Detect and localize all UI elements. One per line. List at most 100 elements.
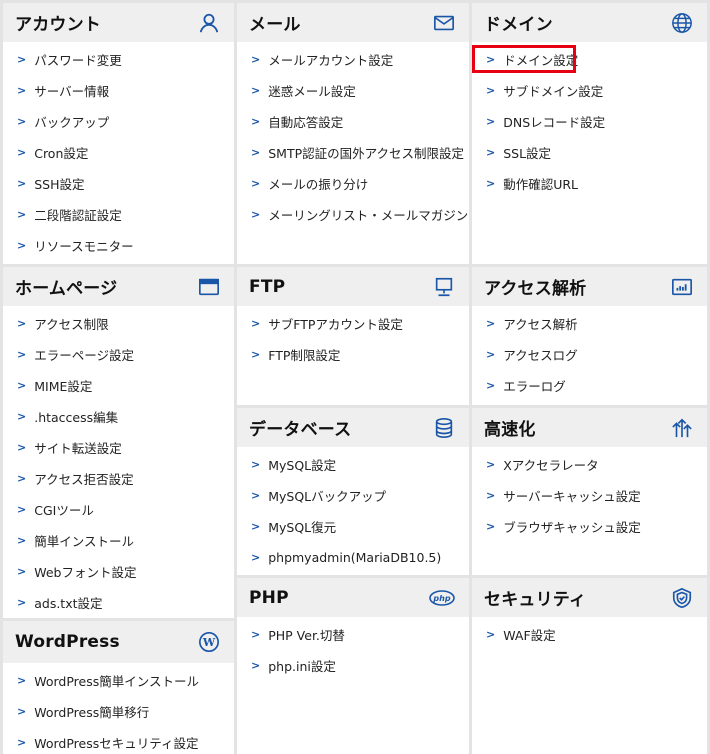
menu-item[interactable]: > パスワード変更 bbox=[3, 44, 234, 75]
menu-item[interactable]: > 二段階認証設定 bbox=[3, 199, 234, 230]
menu-item[interactable]: > .htaccess編集 bbox=[3, 401, 234, 432]
menu-item-label: php.ini設定 bbox=[268, 659, 336, 674]
menu-item[interactable]: > Webフォント設定 bbox=[3, 556, 234, 587]
menu-item-label: PHP Ver.切替 bbox=[268, 628, 345, 643]
panel-header: セキュリティ bbox=[472, 578, 707, 617]
chevron-right-icon: > bbox=[17, 115, 27, 128]
menu-list: > WAF設定 bbox=[472, 619, 707, 650]
menu-item[interactable]: > CGIツール bbox=[3, 494, 234, 525]
menu-item-label: サブFTPアカウント設定 bbox=[268, 317, 403, 332]
menu-item[interactable]: > 迷惑メール設定 bbox=[237, 75, 469, 106]
menu-item-label: メーリングリスト・メールマガジン bbox=[268, 208, 469, 223]
menu-item[interactable]: > サイト転送設定 bbox=[3, 432, 234, 463]
panel-title: 高速化 bbox=[484, 420, 536, 440]
menu-item-label: WAF設定 bbox=[503, 628, 556, 643]
menu-item[interactable]: > Xアクセラレータ bbox=[472, 449, 707, 480]
menu-item[interactable]: > サーバーキャッシュ設定 bbox=[472, 480, 707, 511]
menu-item[interactable]: > WordPressセキュリティ設定 bbox=[3, 727, 234, 754]
menu-item[interactable]: > メールの振り分け bbox=[237, 168, 469, 199]
menu-item[interactable]: > MySQL設定 bbox=[237, 449, 469, 480]
menu-item[interactable]: > WordPress簡単インストール bbox=[3, 665, 234, 696]
panel-ftp: FTP > サブFTPアカウント設定 > FTP制限設定 bbox=[237, 267, 469, 405]
chevron-right-icon: > bbox=[486, 317, 496, 330]
menu-item[interactable]: > SMTP認証の国外アクセス制限設定 bbox=[237, 137, 469, 168]
chevron-right-icon: > bbox=[17, 146, 27, 159]
menu-item-label: アクセス制限 bbox=[34, 317, 109, 332]
chevron-right-icon: > bbox=[486, 146, 496, 159]
menu-item[interactable]: > アクセスログ bbox=[472, 339, 707, 370]
panel-wordpress: WordPress W > WordPress簡単インストール > WordPres… bbox=[3, 621, 234, 754]
chevron-right-icon: > bbox=[17, 736, 27, 749]
menu-item-label: パスワード変更 bbox=[34, 53, 122, 68]
menu-item[interactable]: > サブドメイン設定 bbox=[472, 75, 707, 106]
menu-list: > MySQL設定 > MySQLバックアップ > MySQL復元 > phpmyadm… bbox=[237, 449, 469, 573]
menu-item[interactable]: > メーリングリスト・メールマガジン bbox=[237, 199, 469, 230]
menu-list: > サブFTPアカウント設定 > FTP制限設定 bbox=[237, 308, 469, 370]
menu-item[interactable]: > SSL設定 bbox=[472, 137, 707, 168]
panel-header: WordPress W bbox=[3, 621, 234, 663]
menu-item[interactable]: > バックアップ bbox=[3, 106, 234, 137]
chevron-right-icon: > bbox=[17, 208, 27, 221]
panel-domain: ドメイン > ドメイン設定 > サブドメイン設定 > DNSレコード設定 > SSL設定… bbox=[472, 3, 707, 264]
menu-item[interactable]: > MySQL復元 bbox=[237, 511, 469, 542]
menu-item[interactable]: > PHP Ver.切替 bbox=[237, 619, 469, 650]
chevron-right-icon: > bbox=[486, 489, 496, 502]
menu-item[interactable]: > エラーページ設定 bbox=[3, 339, 234, 370]
menu-item[interactable]: > 自動応答設定 bbox=[237, 106, 469, 137]
chevron-right-icon: > bbox=[251, 628, 261, 641]
panel-title: PHP bbox=[249, 587, 289, 608]
chevron-right-icon: > bbox=[17, 705, 27, 718]
panel-title: データベース bbox=[249, 420, 352, 440]
chevron-right-icon: > bbox=[17, 534, 27, 547]
menu-item[interactable]: > MIME設定 bbox=[3, 370, 234, 401]
menu-item-label: エラーログ bbox=[503, 379, 566, 394]
panel-title: ドメイン bbox=[484, 15, 553, 35]
menu-item[interactable]: > Cron設定 bbox=[3, 137, 234, 168]
menu-item[interactable]: > リソースモニター bbox=[3, 230, 234, 261]
chevron-right-icon: > bbox=[251, 348, 261, 361]
panel-header: ドメイン bbox=[472, 3, 707, 42]
chevron-right-icon: > bbox=[251, 177, 261, 190]
menu-item[interactable]: > FTP制限設定 bbox=[237, 339, 469, 370]
menu-item[interactable]: > 簡単インストール bbox=[3, 525, 234, 556]
menu-item-label: 動作確認URL bbox=[503, 177, 579, 192]
menu-item[interactable]: > WAF設定 bbox=[472, 619, 707, 650]
menu-item[interactable]: > 動作確認URL bbox=[472, 168, 707, 199]
menu-item[interactable]: > ads.txt設定 bbox=[3, 587, 234, 618]
menu-item-label: 自動応答設定 bbox=[268, 115, 344, 130]
panel-homepage: ホームページ > アクセス制限 > エラーページ設定 > MIME設定 > .htacc… bbox=[3, 267, 234, 618]
menu-item[interactable]: > エラーログ bbox=[472, 370, 707, 401]
menu-item[interactable]: > サブFTPアカウント設定 bbox=[237, 308, 469, 339]
menu-list: > パスワード変更 > サーバー情報 > バックアップ > Cron設定 > SSH設定 … bbox=[3, 44, 234, 261]
menu-item[interactable]: > php.ini設定 bbox=[237, 650, 469, 681]
browser-window-icon bbox=[198, 276, 220, 298]
menu-item[interactable]: > アクセス拒否設定 bbox=[3, 463, 234, 494]
chevron-right-icon: > bbox=[251, 53, 261, 66]
menu-item-label: MySQLバックアップ bbox=[268, 489, 387, 504]
menu-list: > WordPress簡単インストール > WordPress簡単移行 > WordP… bbox=[3, 665, 234, 754]
php-icon-text: php bbox=[432, 594, 450, 603]
menu-item[interactable]: > サーバー情報 bbox=[3, 75, 234, 106]
menu-item[interactable]: > SSH設定 bbox=[3, 168, 234, 199]
menu-item[interactable]: > メールアカウント設定 bbox=[237, 44, 469, 75]
panel-header: アクセス解析 bbox=[472, 267, 707, 306]
control-panel-grid: アカウント > パスワード変更 > サーバー情報 > バックアップ > Cron設定 >… bbox=[0, 0, 710, 754]
menu-item[interactable]: > phpmyadmin(MariaDB10.5) bbox=[237, 542, 469, 573]
menu-item-label: SSH設定 bbox=[34, 177, 85, 192]
menu-list: > アクセス解析 > アクセスログ > エラーログ bbox=[472, 308, 707, 401]
chevron-right-icon: > bbox=[486, 628, 496, 641]
chevron-right-icon: > bbox=[251, 115, 261, 128]
menu-item[interactable]: > アクセス解析 bbox=[472, 308, 707, 339]
menu-item-label: サブドメイン設定 bbox=[503, 84, 604, 99]
menu-item[interactable]: > DNSレコード設定 bbox=[472, 106, 707, 137]
panel-header: ホームページ bbox=[3, 267, 234, 306]
menu-item[interactable]: > アクセス制限 bbox=[3, 308, 234, 339]
speed-arrows-icon bbox=[671, 417, 693, 439]
chevron-right-icon: > bbox=[251, 551, 261, 564]
menu-item-label: WordPressセキュリティ設定 bbox=[34, 736, 199, 751]
menu-item[interactable]: > MySQLバックアップ bbox=[237, 480, 469, 511]
menu-item[interactable]: > WordPress簡単移行 bbox=[3, 696, 234, 727]
menu-item-label: MySQL復元 bbox=[268, 520, 337, 535]
menu-list: > アクセス制限 > エラーページ設定 > MIME設定 > .htaccess編集 >… bbox=[3, 308, 234, 618]
menu-item[interactable]: > ブラウザキャッシュ設定 bbox=[472, 511, 707, 542]
